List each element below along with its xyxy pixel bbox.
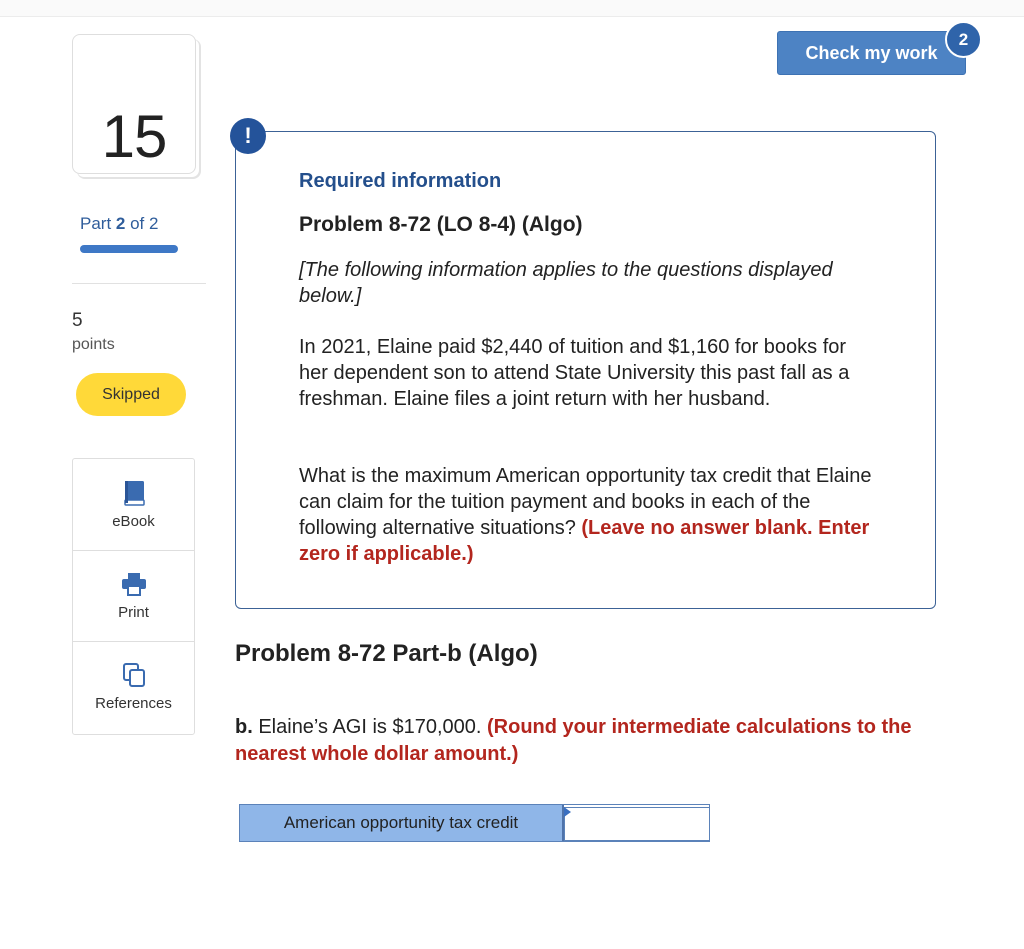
problem-title: Problem 8-72 (LO 8-4) (Algo) — [299, 213, 583, 236]
references-icon — [123, 663, 145, 687]
sidebar-divider — [72, 283, 206, 284]
check-attempts-badge: 2 — [945, 21, 982, 58]
part-indicator: Part 2 of 2 — [80, 214, 158, 234]
part-suffix: of 2 — [125, 214, 159, 233]
points-value: 5 — [72, 310, 83, 331]
aotc-answer-input[interactable] — [564, 807, 710, 841]
problem-question: What is the maximum American opportunity… — [299, 463, 879, 567]
input-flag-icon — [564, 807, 571, 817]
question-number: 15 — [101, 103, 168, 170]
part-progress-bar — [80, 245, 178, 253]
tools-panel: eBook Print References — [72, 458, 195, 735]
points-label: points — [72, 336, 115, 353]
print-button[interactable]: Print — [73, 550, 194, 642]
part-b-question: b. Elaine’s AGI is $170,000. (Round your… — [235, 714, 975, 768]
printer-icon — [122, 573, 146, 596]
book-icon — [124, 481, 145, 506]
info-note: [The following information applies to th… — [299, 259, 833, 307]
problem-paragraph: In 2021, Elaine paid $2,440 of tuition a… — [299, 336, 850, 410]
part-prefix: Part — [80, 214, 116, 233]
question-number-card: 15 — [72, 34, 196, 174]
ebook-label: eBook — [112, 513, 155, 530]
check-my-work-button[interactable]: Check my work — [777, 31, 966, 75]
references-label: References — [95, 695, 172, 712]
references-button[interactable]: References — [73, 641, 194, 732]
alert-icon: ! — [230, 118, 266, 154]
part-b-text: Elaine’s AGI is $170,000. — [252, 716, 488, 738]
part-current: 2 — [115, 214, 126, 233]
part-b-title: Problem 8-72 Part-b (Algo) — [235, 640, 538, 667]
answer-label: American opportunity tax credit — [240, 805, 564, 841]
part-b-label: b. — [235, 716, 253, 738]
status-badge: Skipped — [76, 373, 186, 416]
answer-table-row: American opportunity tax credit — [239, 804, 710, 842]
ebook-button[interactable]: eBook — [73, 459, 194, 551]
required-info-title: Required information — [299, 170, 502, 192]
print-label: Print — [118, 604, 149, 621]
top-bar — [0, 0, 1024, 17]
